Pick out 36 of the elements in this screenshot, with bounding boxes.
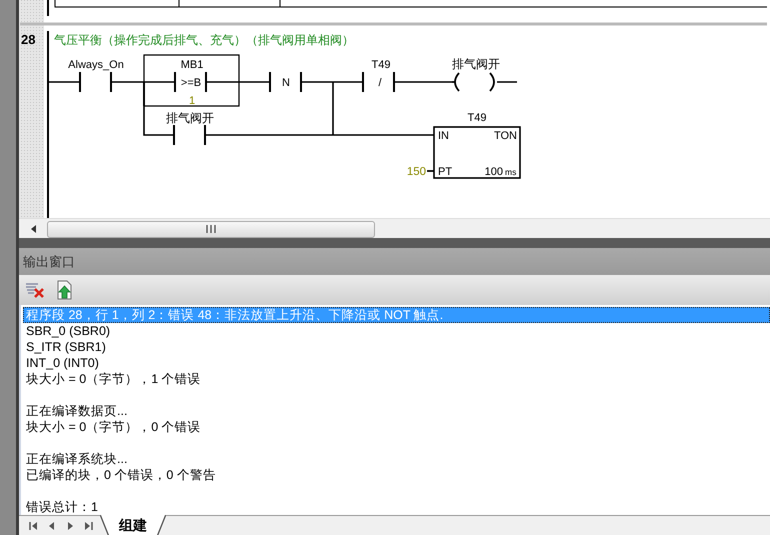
scrollbar-thumb[interactable]	[47, 220, 375, 238]
tab[interactable]: 组建	[101, 515, 165, 535]
timer-type-label: TON	[494, 130, 517, 142]
coil-symbol	[454, 72, 495, 92]
operand-label: 排气阀开	[166, 111, 214, 125]
operand-label: T49	[372, 59, 390, 71]
message-line[interactable]: 错误总计：1	[23, 499, 770, 515]
contact-symbol	[173, 124, 206, 146]
message-line[interactable]: 已编译的块，0 个错误，0 个警告	[23, 467, 770, 483]
message-line[interactable]: 正在编译数据页...	[23, 403, 770, 419]
operand-label: Always_On	[68, 59, 124, 71]
time-base-label: 100	[484, 166, 503, 178]
operand-label: 排气阀开	[452, 57, 500, 71]
message-line[interactable]: 块大小 = 0（字节），1 个错误	[23, 371, 770, 387]
message-line[interactable]: SBR_0 (SBR0)	[23, 323, 770, 339]
message-line[interactable]: S_ITR (SBR1)	[23, 339, 770, 355]
pin-label: IN	[438, 130, 449, 142]
operand-label: MB1	[180, 59, 204, 71]
contact-symbol	[79, 71, 112, 93]
contact-symbol	[269, 71, 302, 93]
contact-type-label: N	[282, 77, 290, 89]
pin-label: PT	[438, 166, 452, 178]
preset-value: 150	[406, 166, 426, 178]
panel-title: 输出窗口	[19, 248, 770, 275]
contact-type-label: /	[378, 77, 382, 89]
value-label: 1	[188, 95, 196, 107]
operator-label: >=B	[180, 77, 202, 89]
message-line[interactable]: INT_0 (INT0)	[23, 355, 770, 371]
operand-label: T49	[468, 112, 486, 124]
message-line[interactable]: 正在编译系统块...	[23, 451, 770, 467]
contact-symbol	[174, 71, 207, 93]
contact-symbol	[362, 71, 395, 93]
network-number: 28	[21, 32, 36, 47]
message-line[interactable]: 块大小 = 0（字节），0 个错误	[23, 419, 770, 435]
network-comment: 气压平衡（操作完成后排气、充气）（排气阀用单相阀）	[54, 33, 354, 47]
time-unit-label: ms	[505, 167, 516, 177]
